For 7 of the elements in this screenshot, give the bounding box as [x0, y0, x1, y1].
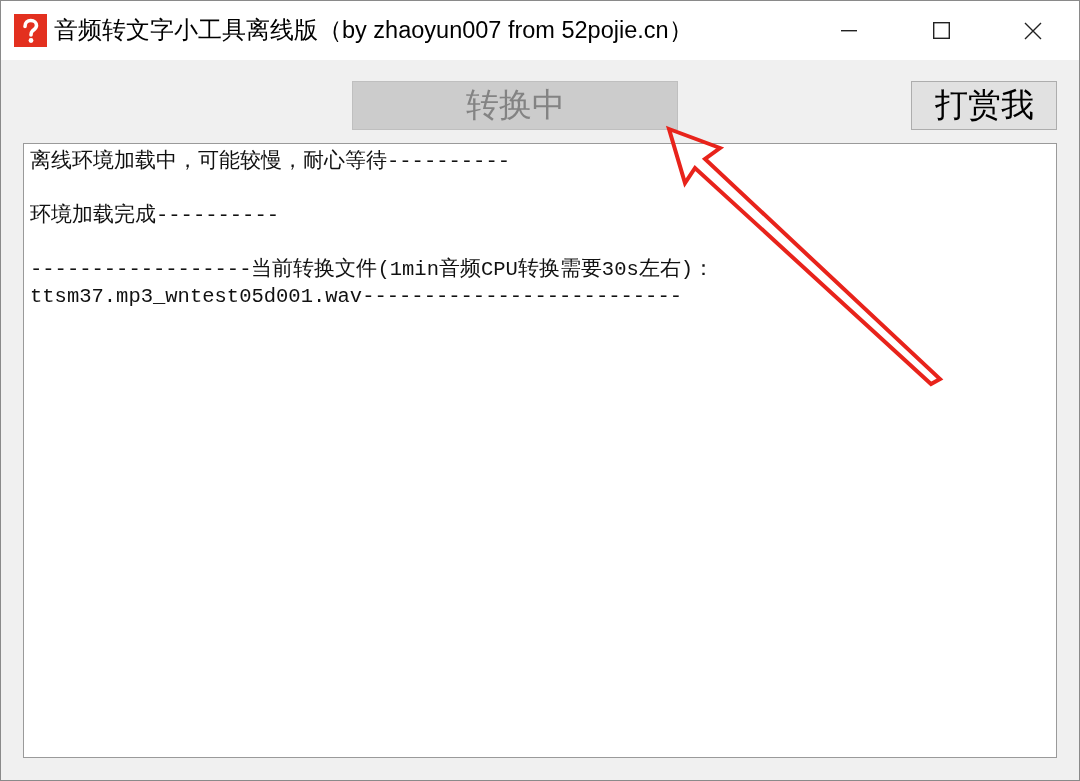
reward-button[interactable]: 打赏我 [911, 81, 1057, 130]
close-icon [1024, 21, 1042, 40]
log-text-area[interactable]: 离线环境加载中，可能较慢，耐心等待---------- 环境加载完成---------- ------------------当前转换文件(1min音频CPU转换需要30s左右)： ttsm37.mp3_wntest05d001.wav-------------------------- [23, 143, 1057, 758]
minimize-icon [841, 29, 857, 32]
app-icon [14, 14, 47, 47]
window-title: 音频转文字小工具离线版（by zhaoyun007 from 52pojie.cn） [54, 15, 693, 45]
maximize-icon [932, 22, 950, 39]
